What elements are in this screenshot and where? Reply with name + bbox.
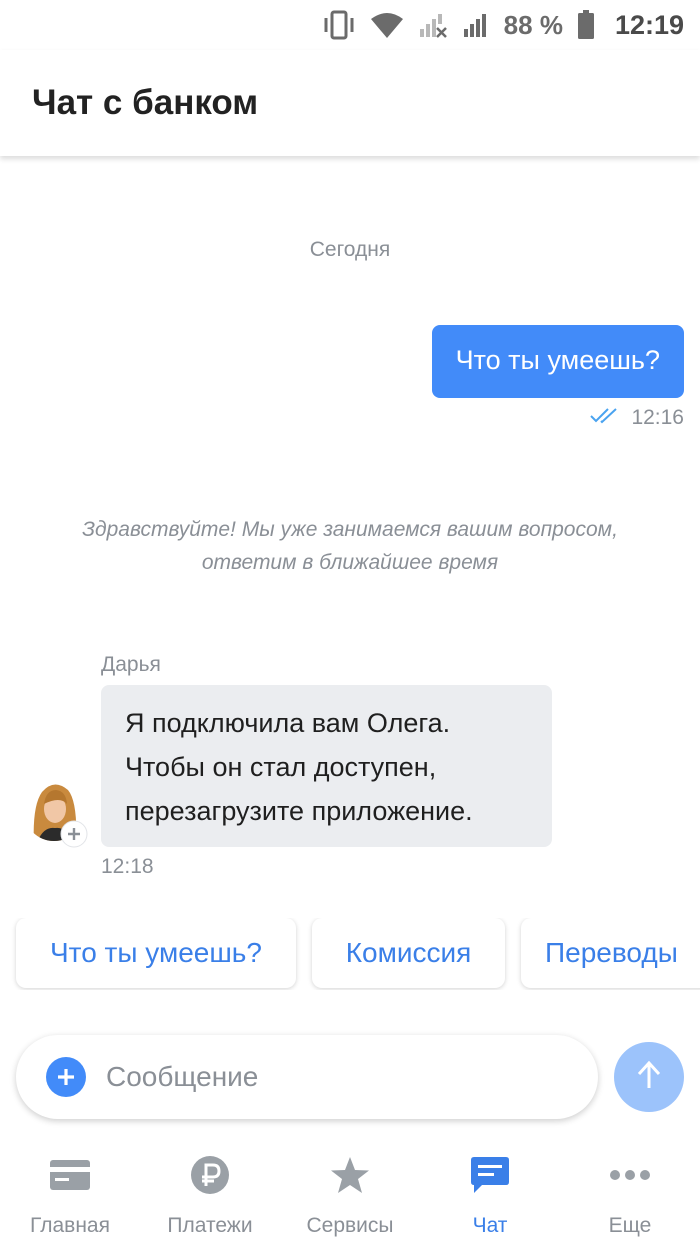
outgoing-message-time: 12:16 — [631, 406, 684, 429]
nav-label: Сервисы — [306, 1214, 394, 1237]
bottom-navigation: Главная Платежи Сервисы Чат Еще — [0, 1140, 700, 1244]
message-input[interactable] — [106, 1061, 566, 1093]
nav-item-services[interactable]: Сервисы — [280, 1140, 420, 1244]
attach-plus-icon[interactable] — [46, 1057, 86, 1097]
operator-avatar[interactable] — [24, 776, 88, 848]
more-dots-icon — [610, 1154, 650, 1196]
quick-reply-button[interactable]: Переводы — [521, 918, 700, 988]
outgoing-message[interactable]: Что ты умеешь? — [431, 325, 684, 398]
arrow-up-icon — [636, 1060, 662, 1095]
vibrate-icon — [322, 10, 356, 40]
signal-icon — [462, 11, 490, 39]
date-separator: Сегодня — [309, 238, 391, 261]
nav-label: Главная — [30, 1214, 110, 1237]
system-message-line: Здравствуйте! Мы уже занимаемся вашим во… — [82, 518, 618, 541]
app-header: Чат с банком — [0, 50, 700, 156]
nav-item-payments[interactable]: Платежи — [140, 1140, 280, 1244]
incoming-message-line: перезагрузите приложение. — [125, 796, 473, 826]
card-icon — [50, 1154, 90, 1196]
system-message-line: ответим в ближайшее время — [201, 551, 499, 574]
sender-name: Дарья — [101, 653, 161, 676]
incoming-message[interactable]: Я подключила вам Олега. Чтобы он стал до… — [101, 685, 552, 847]
ruble-icon — [190, 1154, 230, 1196]
outgoing-message-meta: 12:16 — [589, 406, 684, 430]
battery-icon — [577, 10, 595, 40]
send-button[interactable] — [614, 1042, 684, 1112]
nav-label: Чат — [472, 1214, 508, 1237]
star-icon — [330, 1154, 370, 1196]
system-message: Здравствуйте! Мы уже занимаемся вашим во… — [0, 513, 700, 579]
wifi-icon — [370, 11, 404, 39]
clock: 12:19 — [614, 9, 684, 40]
incoming-message-line: Я подключила вам Олега. — [125, 708, 451, 738]
incoming-message-line: Чтобы он стал доступен, — [125, 752, 437, 782]
double-check-icon — [589, 406, 621, 430]
incoming-message-time: 12:18 — [101, 855, 154, 878]
nav-label: Еще — [608, 1214, 652, 1237]
nav-item-more[interactable]: Еще — [560, 1140, 700, 1244]
chat-icon — [470, 1154, 510, 1196]
message-composer — [16, 1035, 598, 1119]
nav-item-chat[interactable]: Чат — [420, 1140, 560, 1244]
quick-reply-button[interactable]: Что ты умеешь? — [16, 918, 296, 988]
quick-replies: Что ты умеешь? Комиссия Переводы — [0, 918, 700, 990]
nav-label: Платежи — [167, 1214, 253, 1237]
status-bar: 88 % 12:19 — [0, 0, 700, 50]
nav-item-main[interactable]: Главная — [0, 1140, 140, 1244]
no-signal-icon — [418, 11, 448, 39]
battery-percent: 88 % — [503, 9, 563, 40]
page-title: Чат с банком — [32, 83, 259, 122]
quick-reply-button[interactable]: Комиссия — [312, 918, 505, 988]
chat-area[interactable]: Сегодня Что ты умеешь? 12:16 Здравствуйт… — [0, 156, 700, 1016]
